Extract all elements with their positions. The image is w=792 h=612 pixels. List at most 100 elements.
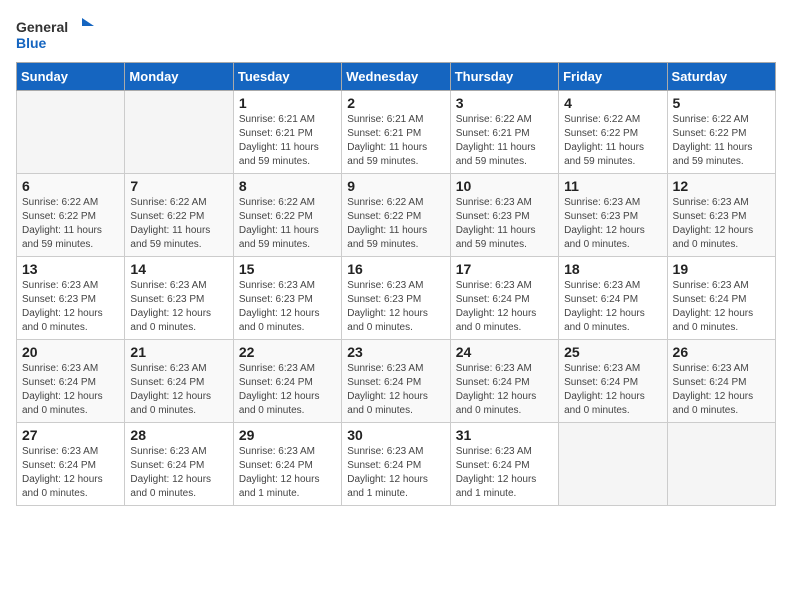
calendar-cell: 6 Sunrise: 6:22 AM Sunset: 6:22 PM Daylig… xyxy=(17,174,125,257)
svg-text:General: General xyxy=(16,19,68,35)
day-info: Sunrise: 6:23 AM Sunset: 6:24 PM Dayligh… xyxy=(347,362,444,418)
calendar-body: 1 Sunrise: 6:21 AM Sunset: 6:21 PM Daylig… xyxy=(17,91,776,506)
calendar-cell: 29 Sunrise: 6:23 AM Sunset: 6:24 PM Dayli… xyxy=(233,423,341,506)
day-number: 7 xyxy=(130,178,227,194)
day-number: 9 xyxy=(347,178,444,194)
day-info: Sunrise: 6:22 AM Sunset: 6:22 PM Dayligh… xyxy=(239,196,336,252)
day-number: 6 xyxy=(22,178,119,194)
calendar-cell: 8 Sunrise: 6:22 AM Sunset: 6:22 PM Daylig… xyxy=(233,174,341,257)
calendar-cell: 19 Sunrise: 6:23 AM Sunset: 6:24 PM Dayli… xyxy=(667,257,775,340)
weekday-row: SundayMondayTuesdayWednesdayThursdayFrid… xyxy=(17,63,776,91)
day-info: Sunrise: 6:21 AM Sunset: 6:21 PM Dayligh… xyxy=(347,113,444,169)
day-number: 8 xyxy=(239,178,336,194)
calendar-cell: 2 Sunrise: 6:21 AM Sunset: 6:21 PM Daylig… xyxy=(342,91,450,174)
day-info: Sunrise: 6:23 AM Sunset: 6:24 PM Dayligh… xyxy=(22,445,119,501)
calendar-cell: 31Sunrise: 6:23 AM Sunset: 6:24 PM Dayli… xyxy=(450,423,558,506)
day-number: 21 xyxy=(130,344,227,360)
day-info: Sunrise: 6:23 AM Sunset: 6:23 PM Dayligh… xyxy=(564,196,661,252)
calendar-cell: 25Sunrise: 6:23 AM Sunset: 6:24 PM Dayli… xyxy=(559,340,667,423)
day-number: 19 xyxy=(673,261,770,277)
calendar-cell: 17Sunrise: 6:23 AM Sunset: 6:24 PM Dayli… xyxy=(450,257,558,340)
day-number: 27 xyxy=(22,427,119,443)
day-number: 13 xyxy=(22,261,119,277)
day-info: Sunrise: 6:23 AM Sunset: 6:23 PM Dayligh… xyxy=(130,279,227,335)
calendar-cell: 5 Sunrise: 6:22 AM Sunset: 6:22 PM Daylig… xyxy=(667,91,775,174)
day-number: 30 xyxy=(347,427,444,443)
day-info: Sunrise: 6:23 AM Sunset: 6:23 PM Dayligh… xyxy=(239,279,336,335)
day-info: Sunrise: 6:23 AM Sunset: 6:24 PM Dayligh… xyxy=(347,445,444,501)
calendar-cell: 23 Sunrise: 6:23 AM Sunset: 6:24 PM Dayli… xyxy=(342,340,450,423)
day-info: Sunrise: 6:23 AM Sunset: 6:24 PM Dayligh… xyxy=(564,279,661,335)
calendar-cell: 11 Sunrise: 6:23 AM Sunset: 6:23 PM Dayli… xyxy=(559,174,667,257)
calendar-cell xyxy=(125,91,233,174)
day-number: 17 xyxy=(456,261,553,277)
day-number: 28 xyxy=(130,427,227,443)
calendar-cell: 4Sunrise: 6:22 AM Sunset: 6:22 PM Daylig… xyxy=(559,91,667,174)
weekday-header: Thursday xyxy=(450,63,558,91)
logo-svg: GeneralBlue xyxy=(16,16,96,54)
calendar-cell: 1 Sunrise: 6:21 AM Sunset: 6:21 PM Daylig… xyxy=(233,91,341,174)
day-number: 22 xyxy=(239,344,336,360)
day-info: Sunrise: 6:23 AM Sunset: 6:23 PM Dayligh… xyxy=(347,279,444,335)
day-number: 26 xyxy=(673,344,770,360)
day-number: 24 xyxy=(456,344,553,360)
page-header: GeneralBlue xyxy=(16,16,776,54)
day-number: 31 xyxy=(456,427,553,443)
day-number: 12 xyxy=(673,178,770,194)
calendar-week-row: 20Sunrise: 6:23 AM Sunset: 6:24 PM Dayli… xyxy=(17,340,776,423)
calendar-cell: 9 Sunrise: 6:22 AM Sunset: 6:22 PM Daylig… xyxy=(342,174,450,257)
day-number: 25 xyxy=(564,344,661,360)
calendar-cell: 12 Sunrise: 6:23 AM Sunset: 6:23 PM Dayli… xyxy=(667,174,775,257)
day-info: Sunrise: 6:22 AM Sunset: 6:22 PM Dayligh… xyxy=(347,196,444,252)
day-number: 29 xyxy=(239,427,336,443)
day-number: 5 xyxy=(673,95,770,111)
day-number: 11 xyxy=(564,178,661,194)
day-info: Sunrise: 6:23 AM Sunset: 6:23 PM Dayligh… xyxy=(22,279,119,335)
calendar-cell: 30 Sunrise: 6:23 AM Sunset: 6:24 PM Dayli… xyxy=(342,423,450,506)
day-info: Sunrise: 6:23 AM Sunset: 6:24 PM Dayligh… xyxy=(130,445,227,501)
day-number: 10 xyxy=(456,178,553,194)
day-number: 15 xyxy=(239,261,336,277)
day-info: Sunrise: 6:22 AM Sunset: 6:21 PM Dayligh… xyxy=(456,113,553,169)
calendar-week-row: 13 Sunrise: 6:23 AM Sunset: 6:23 PM Dayli… xyxy=(17,257,776,340)
calendar-cell: 28 Sunrise: 6:23 AM Sunset: 6:24 PM Dayli… xyxy=(125,423,233,506)
calendar-cell: 15 Sunrise: 6:23 AM Sunset: 6:23 PM Dayli… xyxy=(233,257,341,340)
day-info: Sunrise: 6:23 AM Sunset: 6:24 PM Dayligh… xyxy=(673,362,770,418)
logo: GeneralBlue xyxy=(16,16,96,54)
day-info: Sunrise: 6:23 AM Sunset: 6:24 PM Dayligh… xyxy=(239,445,336,501)
day-info: Sunrise: 6:23 AM Sunset: 6:24 PM Dayligh… xyxy=(22,362,119,418)
calendar-week-row: 27 Sunrise: 6:23 AM Sunset: 6:24 PM Dayli… xyxy=(17,423,776,506)
day-info: Sunrise: 6:23 AM Sunset: 6:23 PM Dayligh… xyxy=(673,196,770,252)
day-info: Sunrise: 6:22 AM Sunset: 6:22 PM Dayligh… xyxy=(22,196,119,252)
calendar-week-row: 6 Sunrise: 6:22 AM Sunset: 6:22 PM Daylig… xyxy=(17,174,776,257)
day-number: 16 xyxy=(347,261,444,277)
weekday-header: Monday xyxy=(125,63,233,91)
day-info: Sunrise: 6:23 AM Sunset: 6:24 PM Dayligh… xyxy=(239,362,336,418)
day-number: 14 xyxy=(130,261,227,277)
calendar-cell: 18Sunrise: 6:23 AM Sunset: 6:24 PM Dayli… xyxy=(559,257,667,340)
day-info: Sunrise: 6:23 AM Sunset: 6:23 PM Dayligh… xyxy=(456,196,553,252)
day-info: Sunrise: 6:21 AM Sunset: 6:21 PM Dayligh… xyxy=(239,113,336,169)
calendar-cell: 22 Sunrise: 6:23 AM Sunset: 6:24 PM Dayli… xyxy=(233,340,341,423)
weekday-header: Wednesday xyxy=(342,63,450,91)
day-number: 23 xyxy=(347,344,444,360)
calendar-cell: 7 Sunrise: 6:22 AM Sunset: 6:22 PM Daylig… xyxy=(125,174,233,257)
calendar-cell: 14 Sunrise: 6:23 AM Sunset: 6:23 PM Dayli… xyxy=(125,257,233,340)
day-info: Sunrise: 6:22 AM Sunset: 6:22 PM Dayligh… xyxy=(130,196,227,252)
day-info: Sunrise: 6:23 AM Sunset: 6:24 PM Dayligh… xyxy=(673,279,770,335)
calendar-cell: 20Sunrise: 6:23 AM Sunset: 6:24 PM Dayli… xyxy=(17,340,125,423)
day-number: 1 xyxy=(239,95,336,111)
weekday-header: Tuesday xyxy=(233,63,341,91)
calendar-cell xyxy=(667,423,775,506)
day-number: 2 xyxy=(347,95,444,111)
calendar-table: SundayMondayTuesdayWednesdayThursdayFrid… xyxy=(16,62,776,506)
day-info: Sunrise: 6:23 AM Sunset: 6:24 PM Dayligh… xyxy=(130,362,227,418)
calendar-cell xyxy=(559,423,667,506)
weekday-header: Friday xyxy=(559,63,667,91)
day-info: Sunrise: 6:22 AM Sunset: 6:22 PM Dayligh… xyxy=(673,113,770,169)
calendar-cell: 27 Sunrise: 6:23 AM Sunset: 6:24 PM Dayli… xyxy=(17,423,125,506)
calendar-cell: 3Sunrise: 6:22 AM Sunset: 6:21 PM Daylig… xyxy=(450,91,558,174)
calendar-week-row: 1 Sunrise: 6:21 AM Sunset: 6:21 PM Daylig… xyxy=(17,91,776,174)
calendar-cell: 13 Sunrise: 6:23 AM Sunset: 6:23 PM Dayli… xyxy=(17,257,125,340)
day-info: Sunrise: 6:22 AM Sunset: 6:22 PM Dayligh… xyxy=(564,113,661,169)
